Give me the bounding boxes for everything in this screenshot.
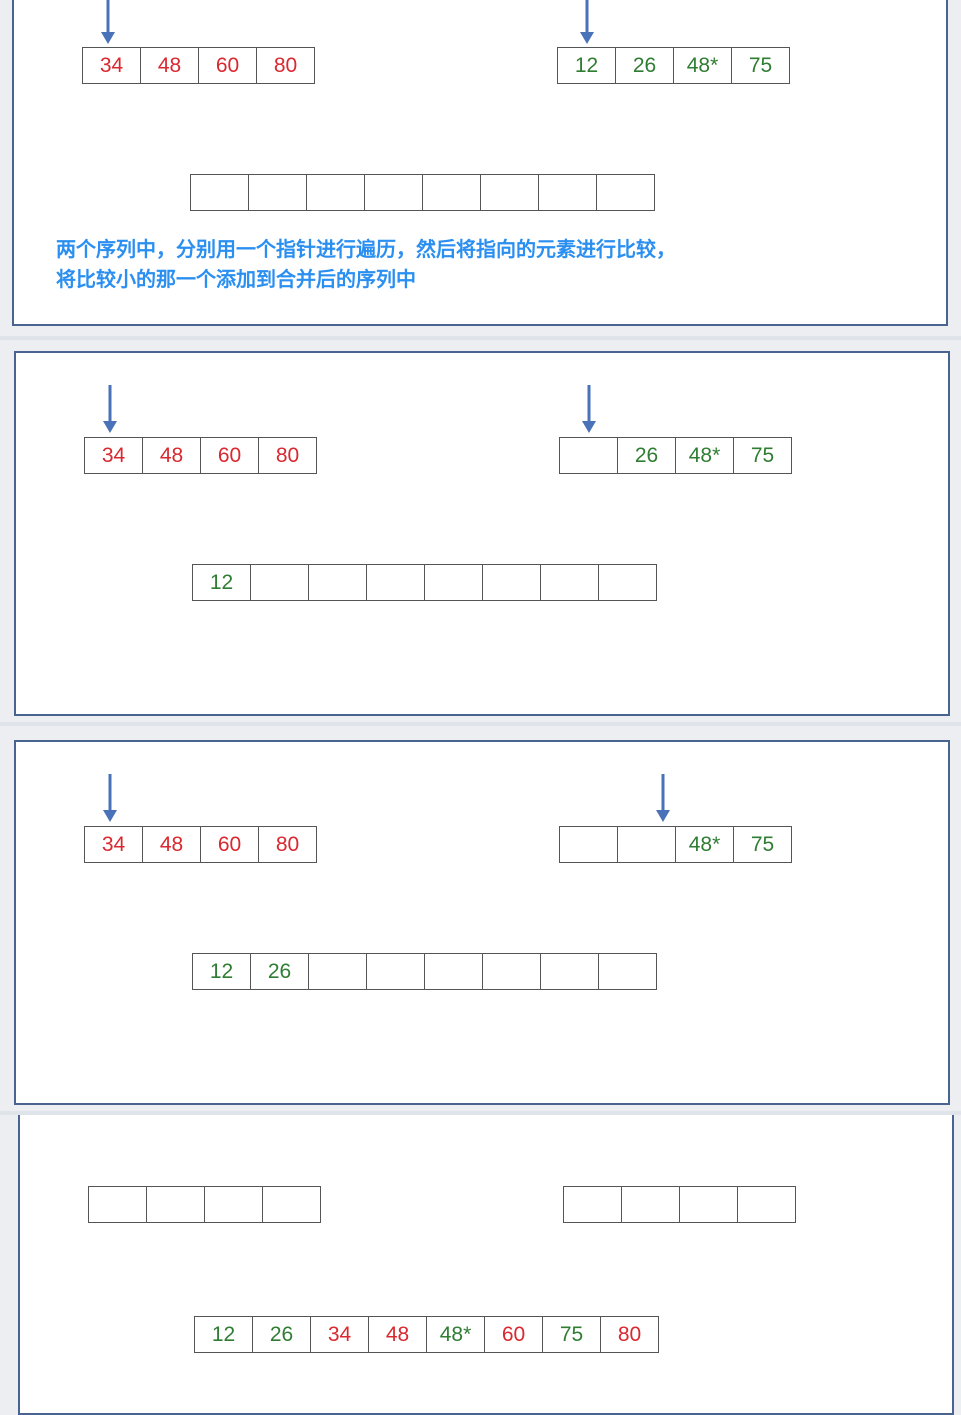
value-cell: 48*: [673, 47, 732, 84]
value-cell: 48: [142, 437, 201, 474]
value-cell: 26: [615, 47, 674, 84]
value-cell: 80: [600, 1316, 659, 1353]
empty-cell: [190, 174, 249, 211]
value-cell: 12: [557, 47, 616, 84]
empty-cell: [482, 953, 541, 990]
empty-cell: [598, 564, 657, 601]
value-cell: 26: [250, 953, 309, 990]
left-sequence: 34 48 60 80: [82, 47, 315, 84]
value-cell: 48*: [675, 826, 734, 863]
value-cell: 75: [733, 437, 792, 474]
empty-cell: [366, 953, 425, 990]
empty-cell: [679, 1186, 738, 1223]
value-cell: 75: [731, 47, 790, 84]
caption-line-2: 将比较小的那一个添加到合并后的序列中: [56, 267, 416, 291]
empty-cell: [559, 826, 618, 863]
empty-cell: [422, 174, 481, 211]
left-sequence: 34 48 60 80: [84, 437, 317, 474]
empty-cell: [204, 1186, 263, 1223]
left-sequence: [88, 1186, 321, 1223]
caption: 两个序列中，分别用一个指针进行遍历，然后将指向的元素进行比较， 将比较小的那一个…: [56, 234, 676, 294]
down-arrow-icon: [656, 774, 670, 822]
value-cell: 48: [142, 826, 201, 863]
empty-cell: [598, 953, 657, 990]
down-arrow-icon: [582, 385, 596, 433]
empty-cell: [621, 1186, 680, 1223]
value-cell: 60: [200, 826, 259, 863]
empty-cell: [424, 564, 483, 601]
value-cell: 60: [484, 1316, 543, 1353]
value-cell: 12: [192, 953, 251, 990]
empty-cell: [248, 174, 307, 211]
slide-step-2: [14, 351, 950, 716]
slide-step-4: [18, 1115, 954, 1415]
empty-cell: [596, 174, 655, 211]
merged-sequence: 12: [192, 564, 657, 601]
empty-cell: [364, 174, 423, 211]
value-cell: 48: [368, 1316, 427, 1353]
value-cell: 80: [258, 826, 317, 863]
empty-cell: [366, 564, 425, 601]
value-cell: 34: [310, 1316, 369, 1353]
empty-cell: [262, 1186, 321, 1223]
value-cell: 75: [733, 826, 792, 863]
value-cell: 26: [252, 1316, 311, 1353]
empty-cell: [737, 1186, 796, 1223]
value-cell: 12: [192, 564, 251, 601]
empty-cell: [480, 174, 539, 211]
merged-sequence: 12 26 34 48 48* 60 75 80: [194, 1316, 659, 1353]
value-cell: 34: [84, 437, 143, 474]
value-cell: 48: [140, 47, 199, 84]
empty-cell: [559, 437, 618, 474]
value-cell: 48*: [675, 437, 734, 474]
down-arrow-icon: [101, 0, 115, 44]
right-sequence: 26 48* 75: [559, 437, 792, 474]
empty-cell: [306, 174, 365, 211]
value-cell: 80: [256, 47, 315, 84]
slide-separator: [0, 722, 961, 726]
empty-cell: [617, 826, 676, 863]
empty-cell: [538, 174, 597, 211]
merged-sequence: [190, 174, 655, 211]
empty-cell: [146, 1186, 205, 1223]
value-cell: 12: [194, 1316, 253, 1353]
down-arrow-icon: [580, 0, 594, 44]
value-cell: 60: [200, 437, 259, 474]
empty-cell: [482, 564, 541, 601]
merged-sequence: 12 26: [192, 953, 657, 990]
empty-cell: [540, 564, 599, 601]
right-sequence: 48* 75: [559, 826, 792, 863]
empty-cell: [88, 1186, 147, 1223]
empty-cell: [250, 564, 309, 601]
down-arrow-icon: [103, 774, 117, 822]
empty-cell: [308, 953, 367, 990]
value-cell: 60: [198, 47, 257, 84]
empty-cell: [424, 953, 483, 990]
value-cell: 48*: [426, 1316, 485, 1353]
empty-cell: [540, 953, 599, 990]
slide-step-3: [14, 740, 950, 1105]
value-cell: 34: [82, 47, 141, 84]
caption-line-1: 两个序列中，分别用一个指针进行遍历，然后将指向的元素进行比较，: [56, 237, 676, 261]
empty-cell: [308, 564, 367, 601]
value-cell: 26: [617, 437, 676, 474]
empty-cell: [563, 1186, 622, 1223]
right-sequence: 12 26 48* 75: [557, 47, 790, 84]
value-cell: 75: [542, 1316, 601, 1353]
slide-separator: [0, 336, 961, 340]
down-arrow-icon: [103, 385, 117, 433]
value-cell: 34: [84, 826, 143, 863]
value-cell: 80: [258, 437, 317, 474]
left-sequence: 34 48 60 80: [84, 826, 317, 863]
right-sequence: [563, 1186, 796, 1223]
